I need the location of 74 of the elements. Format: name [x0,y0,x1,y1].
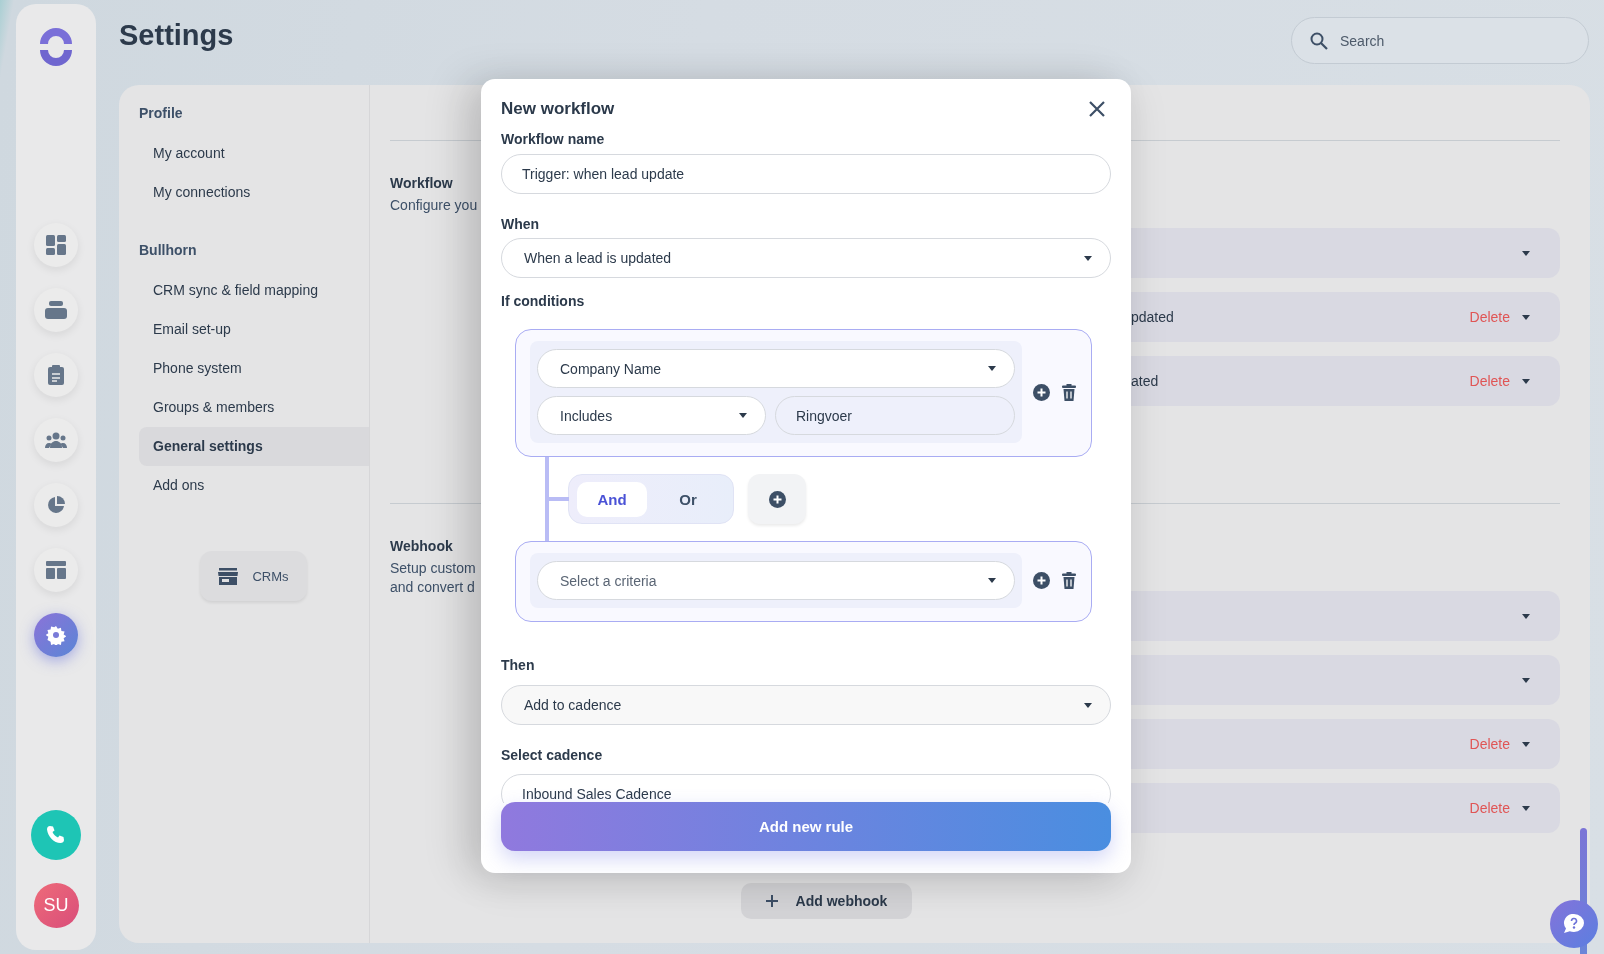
settings-nav-item[interactable]: General settings [139,427,369,466]
people-icon [45,432,67,448]
settings-nav-item[interactable]: Phone system [139,349,369,388]
help-chat-button[interactable] [1550,900,1598,948]
caret-icon [1084,702,1092,708]
add-icon[interactable] [768,490,786,508]
dropdown-field[interactable]: Select a criteria [537,561,1015,600]
inbox-icon [45,301,67,319]
rule-label: ated [1131,373,1159,389]
settings-nav-item[interactable]: My connections [139,173,369,212]
toggle-option[interactable]: Or [653,481,723,517]
phone-icon [46,825,66,845]
field-label: Select cadence [501,746,604,764]
field-label: If conditions [501,292,586,310]
section-heading: Profile [139,105,184,123]
settings-nav-item[interactable]: Add ons [139,466,369,505]
settings-nav-item[interactable]: CRM sync & field mapping [139,271,369,310]
caret-icon [1084,255,1092,261]
dialog-title: New workflow [501,99,615,119]
caret-icon [988,366,996,371]
nav-button[interactable] [34,418,78,462]
and-or-toggle[interactable]: And Or [568,474,734,524]
section-description: Setup custom and convert d [390,559,476,597]
dropdown-field[interactable]: Add to cadence [501,685,1111,725]
nav-button[interactable] [34,548,78,592]
section-heading: Bullhorn [139,242,198,260]
phone-button[interactable] [31,810,81,860]
caret-icon [1522,741,1530,747]
caret-icon [1522,677,1530,683]
nav-button[interactable] [34,613,78,657]
search-icon [1310,31,1328,50]
caret-icon [988,578,996,583]
nav-button[interactable] [34,353,78,397]
page-title: Settings [119,19,234,52]
nav-button[interactable] [34,288,78,332]
settings-nav-item[interactable]: My account [139,134,369,173]
caret-icon [739,413,747,418]
rule-label: pdated [1131,309,1174,325]
dropdown-field[interactable]: When a lead is updated [501,238,1111,278]
clipboard-icon [48,365,64,385]
field-label: Workflow name [501,130,606,148]
dropdown-field[interactable]: Company Name [537,349,1015,388]
add-webhook-button[interactable]: Add webhook [741,883,912,919]
settings-icon [46,625,66,645]
add-icon[interactable] [1033,572,1050,589]
settings-nav-item[interactable]: Email set-up [139,310,369,349]
toggle-option[interactable]: And [577,481,647,517]
nav-button[interactable] [34,223,78,267]
search-field[interactable]: Search [1291,17,1589,64]
plus-icon [765,895,778,907]
caret-icon [1522,250,1530,256]
crms-button[interactable]: CRMs [200,551,307,601]
dropdown-field[interactable]: Includes [537,396,766,435]
chat-icon [1563,914,1585,934]
trash-icon[interactable] [1062,572,1076,589]
section-title: Webhook [390,538,454,556]
caret-icon [1522,314,1530,320]
trash-icon[interactable] [1062,383,1076,401]
logo-icon [37,28,75,66]
add-icon[interactable] [1033,383,1050,401]
nav-button[interactable] [34,483,78,527]
close-icon[interactable] [1089,101,1105,117]
add-condition-button[interactable] [748,474,806,524]
field-label: Then [501,656,536,674]
caret-icon [1522,378,1530,384]
store-icon [218,567,239,585]
field-label: When [501,215,541,233]
dashboard-icon [46,235,66,255]
layout-icon [46,561,66,579]
caret-icon [1522,613,1530,619]
settings-nav-item[interactable]: Groups & members [139,388,369,427]
section-description: Configure you [390,196,478,215]
pie-chart-icon [47,496,65,514]
caret-icon [1522,805,1530,811]
